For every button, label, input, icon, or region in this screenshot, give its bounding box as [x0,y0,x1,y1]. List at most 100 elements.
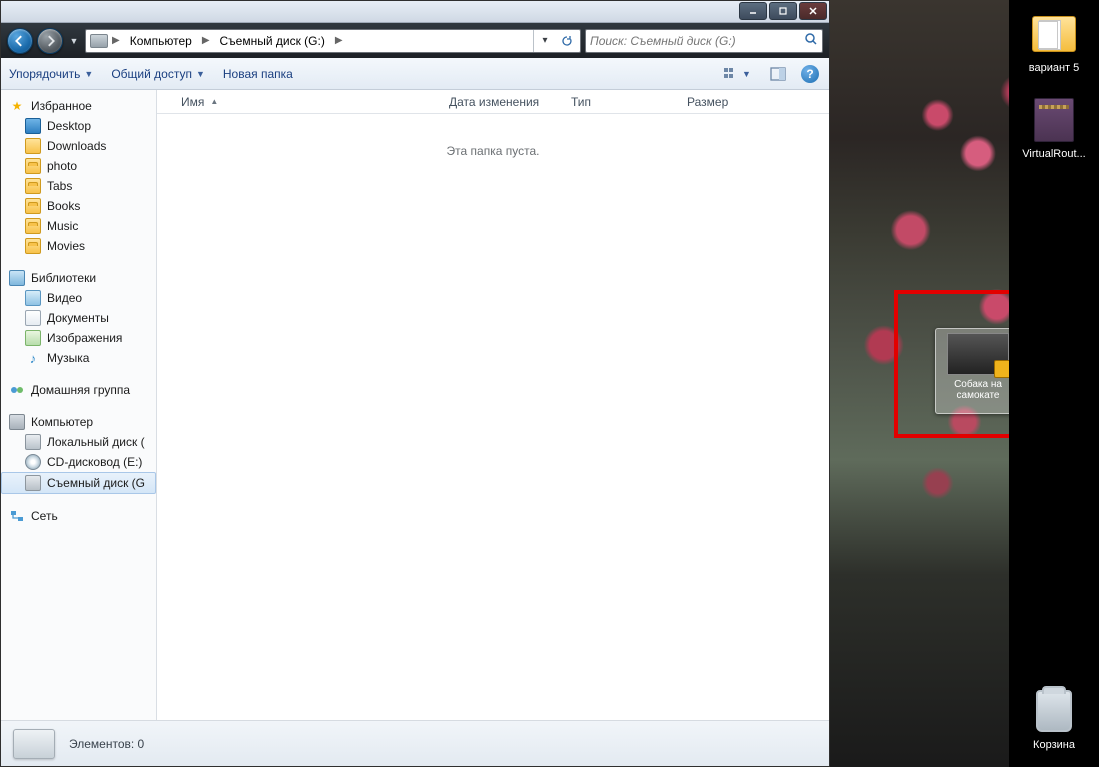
folder-icon [25,158,41,174]
sidebar-item-desktop[interactable]: Desktop [1,116,156,136]
downloads-icon [25,138,41,154]
breadcrumb-chevron-icon[interactable]: ▶ [333,35,345,46]
sidebar-head-network[interactable]: Сеть [1,506,156,526]
desktop-icon-folder[interactable]: вариант 5 [1014,10,1094,74]
folder-icon [25,178,41,194]
sidebar-item-removable-disk[interactable]: Съемный диск (G [1,472,156,494]
status-bar: Элементов: 0 [1,720,829,766]
breadcrumb-removable-disk[interactable]: Съемный диск (G:) [214,32,331,50]
folder-icon [25,218,41,234]
nav-back-button[interactable] [7,28,33,54]
documents-library-icon [25,310,41,326]
sidebar-item-tabs[interactable]: Tabs [1,176,156,196]
column-header-date-label: Дата изменения [449,95,539,109]
sidebar-group-favorites: ★ Избранное Desktop Downloads photo Tabs… [1,96,156,256]
desktop-icon-recycle-label: Корзина [1033,739,1075,751]
empty-folder-message-text: Эта папка пуста. [447,144,540,720]
archive-icon [1034,98,1074,142]
sidebar-head-favorites[interactable]: ★ Избранное [1,96,156,116]
breadcrumb-chevron-icon[interactable]: ▶ [110,35,122,46]
libraries-icon [9,270,25,286]
sidebar-head-favorites-label: Избранное [31,99,92,113]
sidebar-item-label: Музыка [47,351,89,365]
chevron-down-icon: ▼ [742,69,751,79]
desktop-icon-recycle-bin[interactable]: Корзина [1014,687,1094,751]
toolbar-share-button[interactable]: Общий доступ ▼ [111,67,205,81]
column-header-date[interactable]: Дата изменения [441,90,563,113]
sort-ascending-icon: ▲ [210,97,218,106]
address-refresh-button[interactable] [556,30,578,52]
search-icon[interactable] [804,32,818,49]
removable-drive-icon [25,475,41,491]
sidebar-item-images[interactable]: Изображения [1,328,156,348]
star-icon: ★ [9,98,25,114]
folder-icon [25,238,41,254]
sidebar-item-music[interactable]: Music [1,216,156,236]
toolbar-preview-pane-button[interactable] [767,63,789,85]
search-input[interactable] [590,34,804,48]
cd-drive-icon [25,454,41,470]
window-titlebar[interactable] [1,1,829,23]
video-thumbnail-icon [947,333,1009,375]
toolbar-new-folder-button[interactable]: Новая папка [223,67,293,81]
sidebar-head-computer[interactable]: Компьютер [1,412,156,432]
sidebar-item-label: CD-дисковод (E:) [47,455,142,469]
sidebar-item-label: photo [47,159,77,173]
sidebar-item-label: Movies [47,239,85,253]
desktop-icon-rar[interactable]: VirtualRout... [1014,96,1094,160]
sidebar-item-label: Съемный диск (G [47,476,145,490]
toolbar-organize-button[interactable]: Упорядочить ▼ [9,67,93,81]
hard-drive-icon [25,434,41,450]
drive-icon [90,34,108,48]
sidebar-group-network: Сеть [1,506,156,526]
window-minimize-button[interactable] [739,2,767,20]
column-header-name[interactable]: Имя ▲ [173,90,441,113]
sidebar-item-documents[interactable]: Документы [1,308,156,328]
video-library-icon [25,290,41,306]
column-header-size[interactable]: Размер [679,90,779,113]
chevron-down-icon: ▼ [196,69,205,79]
sidebar-item-label: Изображения [47,331,122,345]
toolbar-view-options-button[interactable]: ▼ [717,63,757,85]
column-header-type-label: Тип [571,95,591,109]
status-item-count: Элементов: 0 [69,737,144,751]
address-bar[interactable]: ▶ Компьютер ▶ Съемный диск (G:) ▶ ▾ [85,29,581,53]
toolbar-organize-label: Упорядочить [9,67,80,81]
help-icon: ? [801,65,819,83]
computer-icon [9,414,25,430]
column-header-name-label: Имя [181,95,204,109]
toolbar-help-button[interactable]: ? [799,63,821,85]
window-close-button[interactable] [799,2,827,20]
sidebar-item-label: Локальный диск ( [47,435,145,449]
sidebar-item-photo[interactable]: photo [1,156,156,176]
sidebar-item-music-lib[interactable]: ♪Музыка [1,348,156,368]
sidebar-item-video[interactable]: Видео [1,288,156,308]
address-dropdown-button[interactable]: ▾ [534,30,556,52]
sidebar-item-label: Tabs [47,179,72,193]
sidebar-item-local-disk[interactable]: Локальный диск ( [1,432,156,452]
content-pane: Имя ▲ Дата изменения Тип Размер Эта папк… [157,90,829,720]
sidebar-item-books[interactable]: Books [1,196,156,216]
sidebar-head-homegroup-label: Домашняя группа [31,383,130,397]
search-box[interactable] [585,29,823,53]
sidebar-head-computer-label: Компьютер [31,415,93,429]
folder-icon [1032,16,1076,52]
column-header-type[interactable]: Тип [563,90,679,113]
window-maximize-button[interactable] [769,2,797,20]
navigation-bar: ▼ ▶ Компьютер ▶ Съемный диск (G:) ▶ ▾ [1,23,829,58]
breadcrumb-chevron-icon[interactable]: ▶ [200,35,212,46]
sidebar-head-libraries[interactable]: Библиотеки [1,268,156,288]
toolbar-new-folder-label: Новая папка [223,67,293,81]
column-headers: Имя ▲ Дата изменения Тип Размер [157,90,829,114]
sidebar-item-movies[interactable]: Movies [1,236,156,256]
command-toolbar: Упорядочить ▼ Общий доступ ▼ Новая папка… [1,58,829,90]
column-header-size-label: Размер [687,95,728,109]
breadcrumb-computer[interactable]: Компьютер [124,32,198,50]
nav-history-dropdown[interactable]: ▼ [67,28,81,54]
sidebar-group-homegroup: Домашняя группа [1,380,156,400]
sidebar-item-label: Desktop [47,119,91,133]
sidebar-item-downloads[interactable]: Downloads [1,136,156,156]
sidebar-item-cd-drive[interactable]: CD-дисковод (E:) [1,452,156,472]
nav-forward-button[interactable] [37,28,63,54]
sidebar-head-homegroup[interactable]: Домашняя группа [1,380,156,400]
